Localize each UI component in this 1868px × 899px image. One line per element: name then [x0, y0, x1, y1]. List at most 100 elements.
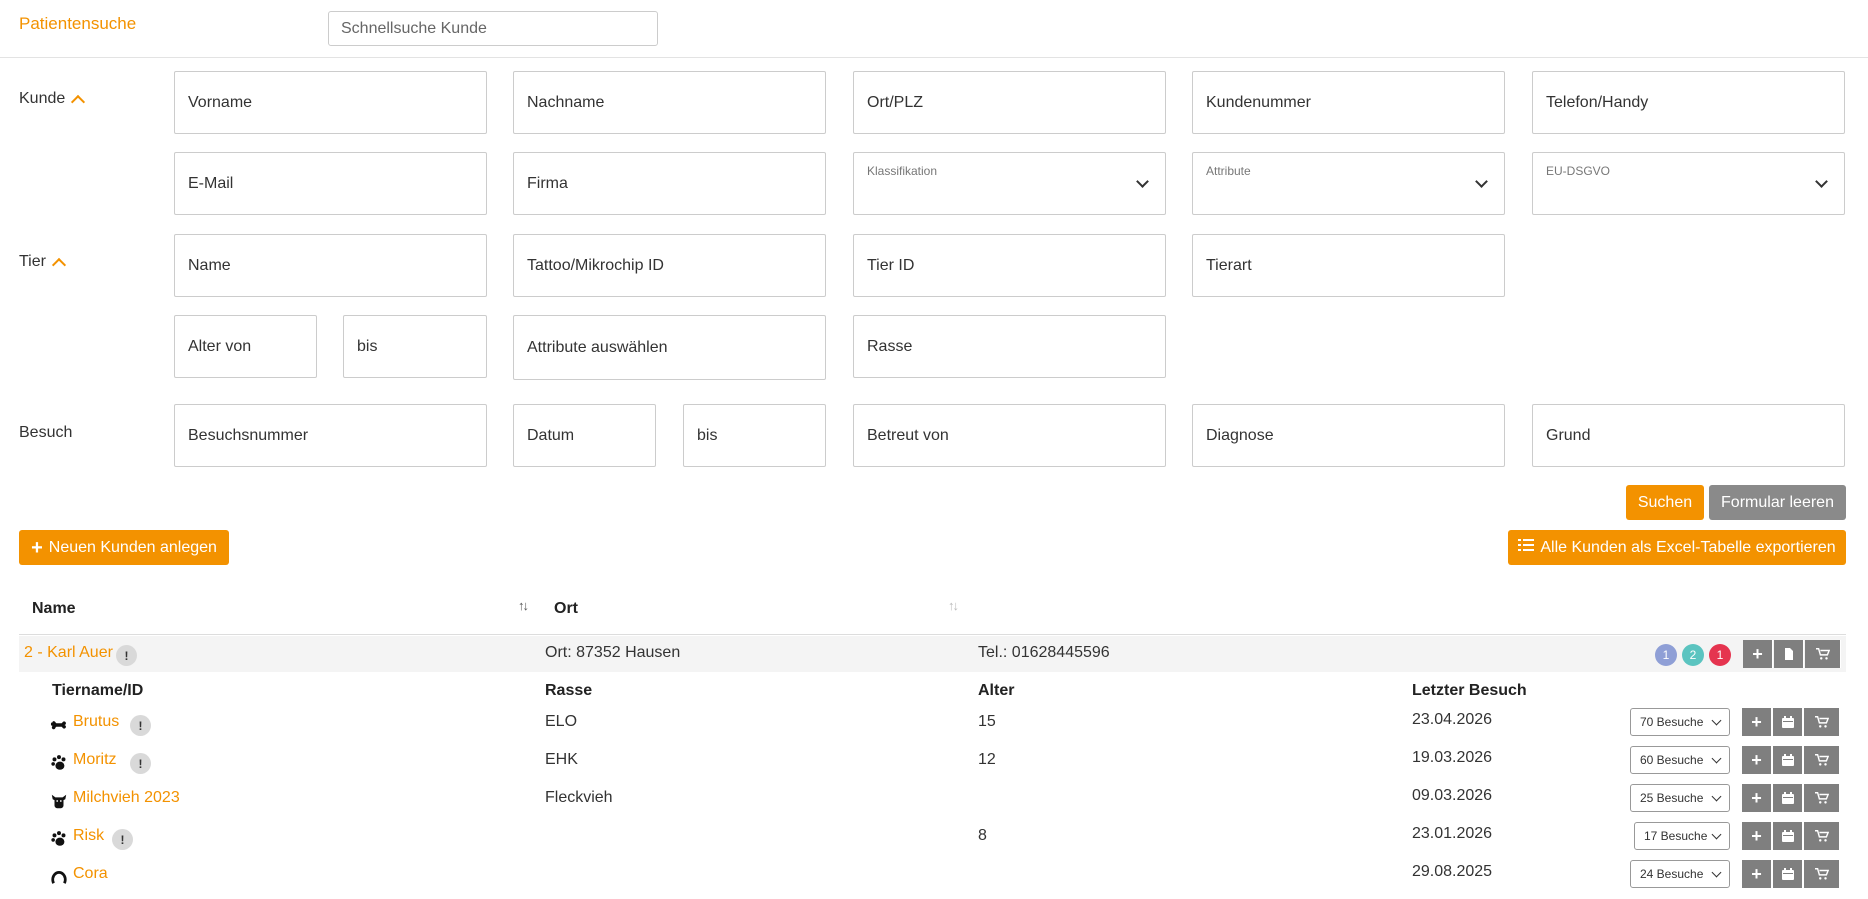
tierart-field[interactable]: [1192, 234, 1505, 297]
ort-plz-field[interactable]: [853, 71, 1166, 134]
chevron-up-icon: [71, 94, 86, 110]
cart-button[interactable]: [1804, 860, 1840, 888]
attribute-select[interactable]: Attribute: [1192, 152, 1505, 215]
cart-button[interactable]: [1804, 784, 1840, 812]
document-button[interactable]: [1774, 640, 1804, 668]
calendar-button[interactable]: [1773, 784, 1803, 812]
bone-icon: [50, 716, 68, 734]
pet-last-visit: 29.08.2025: [1412, 863, 1493, 880]
section-toggle-tier[interactable]: Tier: [19, 253, 67, 273]
rasse-field[interactable]: [853, 315, 1166, 378]
plus-icon: +: [31, 536, 43, 559]
pet-last-visit: 09.03.2026: [1412, 787, 1493, 804]
visits-count: 24 Besuche: [1640, 867, 1704, 881]
kundennummer-field[interactable]: [1192, 71, 1505, 134]
sort-icon[interactable]: ↑↓: [518, 598, 529, 613]
visits-dropdown[interactable]: 24 Besuche: [1630, 860, 1730, 888]
add-button[interactable]: +: [1742, 784, 1772, 812]
cow-icon: [50, 792, 68, 810]
search-button[interactable]: Suchen: [1626, 485, 1704, 520]
paw-icon: [50, 754, 68, 772]
section-label-besuch: Besuch: [19, 424, 72, 442]
tier-id-field[interactable]: [853, 234, 1166, 297]
customer-name-link[interactable]: 2 - Karl Auer: [24, 644, 113, 662]
export-excel-button[interactable]: Alle Kunden als Excel-Tabelle exportiere…: [1508, 530, 1846, 565]
add-button[interactable]: +: [1742, 708, 1772, 736]
pet-name-link[interactable]: Cora: [73, 865, 108, 883]
besuchsnummer-field[interactable]: [174, 404, 487, 467]
visits-count: 60 Besuche: [1640, 753, 1704, 767]
export-label: Alle Kunden als Excel-Tabelle exportiere…: [1540, 538, 1836, 556]
count-badge: 1: [1709, 644, 1731, 666]
attribute-label: Attribute: [1206, 164, 1251, 178]
alter-von-field[interactable]: [174, 315, 317, 378]
klassifikation-select[interactable]: Klassifikation: [853, 152, 1166, 215]
calendar-icon: [1781, 716, 1794, 728]
email-field[interactable]: [174, 152, 487, 215]
calendar-button[interactable]: [1773, 746, 1803, 774]
count-badge: 1: [1655, 644, 1677, 666]
column-header-ort[interactable]: Ort: [554, 600, 578, 618]
cart-button[interactable]: [1804, 746, 1840, 774]
new-customer-button[interactable]: + Neuen Kunden anlegen: [19, 530, 229, 565]
clear-form-button[interactable]: Formular leeren: [1709, 485, 1846, 520]
info-icon[interactable]: !: [130, 753, 151, 774]
chevron-down-icon: [1711, 867, 1722, 878]
datum-bis-field[interactable]: [683, 404, 826, 467]
page-title: Patientensuche: [19, 14, 137, 33]
add-button[interactable]: +: [1742, 822, 1772, 850]
customer-row: [19, 636, 1846, 672]
nachname-field[interactable]: [513, 71, 826, 134]
column-header-name[interactable]: Name: [32, 600, 76, 618]
plus-icon: +: [1751, 749, 1762, 770]
diagnose-field[interactable]: [1192, 404, 1505, 467]
pet-last-visit: 23.04.2026: [1412, 711, 1493, 728]
grund-field[interactable]: [1532, 404, 1845, 467]
section-toggle-kunde[interactable]: Kunde: [19, 90, 86, 110]
file-icon: [1784, 648, 1793, 660]
pet-header-name: Tiername/ID: [52, 682, 144, 699]
info-icon[interactable]: !: [130, 715, 151, 736]
calendar-button[interactable]: [1773, 860, 1803, 888]
telefon-field[interactable]: [1532, 71, 1845, 134]
datum-von-field[interactable]: [513, 404, 656, 467]
pet-name-link[interactable]: Brutus: [73, 713, 119, 731]
quick-search-input[interactable]: [328, 11, 658, 46]
info-icon[interactable]: !: [116, 645, 137, 666]
plus-icon: +: [1751, 863, 1762, 884]
visits-dropdown[interactable]: 60 Besuche: [1630, 746, 1730, 774]
pet-rasse: ELO: [545, 713, 578, 730]
pet-name-link[interactable]: Milchvieh 2023: [73, 789, 180, 807]
visits-dropdown[interactable]: 70 Besuche: [1630, 708, 1730, 736]
chevron-down-icon: [1711, 791, 1722, 802]
calendar-icon: [1781, 754, 1794, 766]
eu-dsgvo-select[interactable]: EU-DSGVO: [1532, 152, 1845, 215]
add-button[interactable]: +: [1742, 860, 1772, 888]
pet-header-rasse: Rasse: [545, 682, 593, 699]
firma-field[interactable]: [513, 152, 826, 215]
chevron-down-icon: [1136, 175, 1149, 188]
pet-name-link[interactable]: Risk: [73, 827, 104, 845]
add-button[interactable]: +: [1742, 746, 1772, 774]
alter-bis-field[interactable]: [343, 315, 487, 378]
vorname-field[interactable]: [174, 71, 487, 134]
sort-icon[interactable]: ↑↓: [948, 598, 959, 613]
horseshoe-icon: [50, 868, 68, 886]
table-header-divider: [19, 634, 1846, 635]
chip-id-field[interactable]: [513, 234, 826, 297]
tier-attribute-field[interactable]: [513, 315, 826, 380]
info-icon[interactable]: !: [112, 829, 133, 850]
cart-button[interactable]: [1804, 708, 1840, 736]
tier-name-field[interactable]: [174, 234, 487, 297]
pet-alter: 8: [978, 827, 987, 844]
visits-dropdown[interactable]: 25 Besuche: [1630, 784, 1730, 812]
add-button[interactable]: +: [1743, 640, 1773, 668]
cart-button[interactable]: [1804, 822, 1840, 850]
calendar-button[interactable]: [1773, 822, 1803, 850]
plus-icon: +: [1751, 825, 1762, 846]
betreut-von-field[interactable]: [853, 404, 1166, 467]
visits-dropdown[interactable]: 17 Besuche: [1634, 822, 1730, 850]
cart-button[interactable]: [1805, 640, 1841, 668]
pet-name-link[interactable]: Moritz: [73, 751, 117, 769]
calendar-button[interactable]: [1773, 708, 1803, 736]
